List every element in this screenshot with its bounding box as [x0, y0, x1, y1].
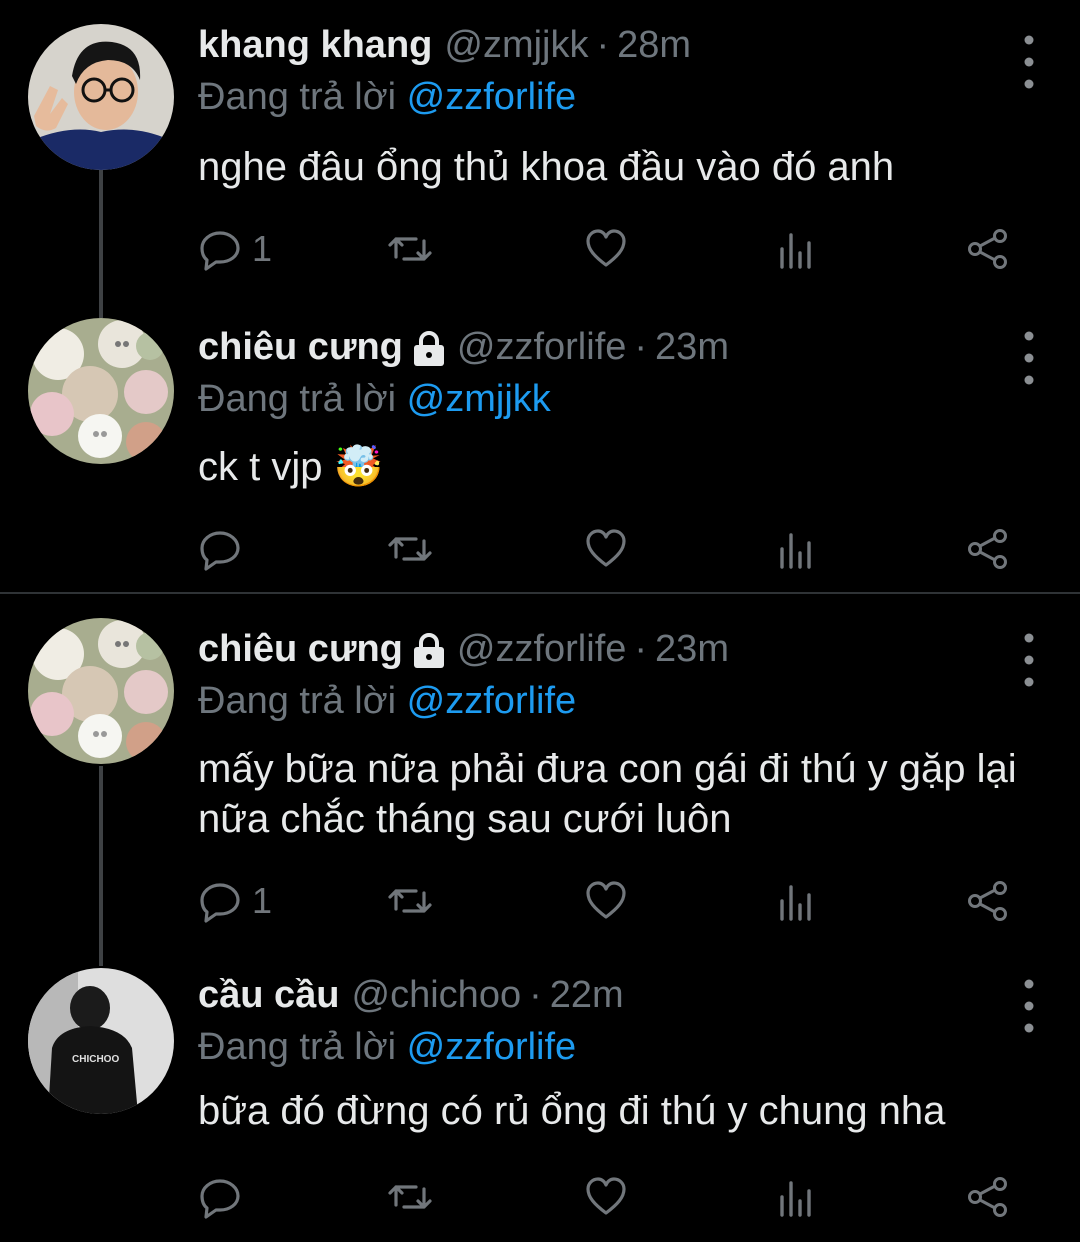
share-icon: [968, 881, 1007, 921]
lock-icon: [413, 632, 444, 668]
separator: ·: [634, 326, 648, 368]
replying-to: Đang trả lời @zzforlife: [198, 1026, 576, 1069]
like-icon: [586, 229, 626, 267]
avatar[interactable]: CHICHOO: [28, 968, 174, 1114]
tweet-text: bữa đó đừng có rủ ổng đi thú y chung nha: [198, 1089, 946, 1133]
views-icon: [780, 533, 811, 569]
like-button[interactable]: [584, 224, 628, 274]
reply-button[interactable]: [198, 1172, 252, 1222]
retweet-button[interactable]: [388, 224, 432, 274]
views-button[interactable]: [774, 1172, 818, 1222]
share-button[interactable]: [966, 1172, 1010, 1222]
retweet-icon: [388, 1185, 432, 1209]
tweet-header: cầu cầu @chichoo · 22m: [198, 974, 624, 1017]
reply-icon: [200, 231, 240, 271]
timestamp[interactable]: 28m: [617, 24, 691, 67]
replying-to-label: Đang trả lời: [198, 76, 397, 118]
views-button[interactable]: [774, 876, 818, 926]
views-button[interactable]: [774, 524, 818, 574]
mention-link[interactable]: @zzforlife: [407, 680, 577, 722]
tweet[interactable]: chiêu cưng @zzforlife · 23m Đang trả lời…: [0, 604, 1080, 944]
timestamp[interactable]: 23m: [655, 326, 729, 369]
reply-icon: [200, 1179, 240, 1219]
replying-to: Đang trả lời @zzforlife: [198, 76, 576, 119]
timestamp[interactable]: 22m: [550, 974, 624, 1017]
avatar[interactable]: [28, 618, 174, 764]
replying-to: Đang trả lời @zmjjkk: [198, 378, 551, 421]
tweet-header: chiêu cưng @zzforlife · 23m: [198, 326, 729, 369]
tweet-text: mấy bữa nữa phải đưa con gái đi thú y gặ…: [198, 747, 1017, 841]
like-button[interactable]: [584, 876, 628, 926]
action-bar: [198, 524, 1018, 574]
views-icon: [780, 233, 811, 269]
replying-to-label: Đang trả lời: [198, 680, 397, 722]
more-icon[interactable]: [1020, 30, 1038, 94]
tweet-text: ck t vjp 🤯: [198, 445, 384, 489]
retweet-button[interactable]: [388, 1172, 432, 1222]
more-icon[interactable]: [1020, 974, 1038, 1038]
user-handle[interactable]: @zzforlife: [457, 326, 627, 369]
reply-count: 1: [252, 880, 273, 921]
replying-to-label: Đang trả lời: [198, 1026, 397, 1068]
tweet[interactable]: khang khang @zmjjkk · 28m Đang trả lời @…: [0, 0, 1080, 300]
action-bar: [198, 1172, 1018, 1222]
more-icon[interactable]: [1020, 326, 1038, 390]
like-icon: [586, 1177, 626, 1215]
user-handle[interactable]: @zzforlife: [457, 628, 627, 671]
like-button[interactable]: [584, 1172, 628, 1222]
timestamp[interactable]: 23m: [655, 628, 729, 671]
user-handle[interactable]: @chichoo: [352, 974, 522, 1017]
views-button[interactable]: [774, 224, 818, 274]
mention-link[interactable]: @zmjjkk: [407, 378, 551, 420]
retweet-button[interactable]: [388, 524, 432, 574]
share-icon: [968, 229, 1007, 269]
separator: ·: [529, 974, 542, 1016]
like-icon: [586, 529, 626, 567]
share-button[interactable]: [966, 876, 1010, 926]
tweet-header: khang khang @zmjjkk · 28m: [198, 24, 691, 67]
share-icon: [968, 529, 1007, 569]
retweet-icon: [388, 889, 432, 913]
retweet-icon: [388, 237, 432, 261]
share-button[interactable]: [966, 224, 1010, 274]
tweet-header: chiêu cưng @zzforlife · 23m: [198, 628, 729, 671]
avatar-shirt-text: CHICHOO: [72, 1054, 119, 1065]
reply-button[interactable]: 1: [198, 224, 272, 274]
separator: ·: [634, 628, 648, 670]
action-bar: 1: [198, 224, 1018, 274]
display-name[interactable]: chiêu cưng: [198, 628, 403, 671]
like-icon: [586, 881, 626, 919]
display-name[interactable]: khang khang: [198, 24, 432, 67]
retweet-icon: [388, 537, 432, 561]
user-handle[interactable]: @zmjjkk: [444, 24, 588, 67]
divider: [0, 592, 1080, 594]
separator: ·: [596, 24, 610, 66]
replying-to-label: Đang trả lời: [198, 378, 397, 420]
share-icon: [968, 1177, 1007, 1217]
avatar[interactable]: [28, 24, 174, 170]
views-icon: [780, 1181, 811, 1217]
retweet-button[interactable]: [388, 876, 432, 926]
mention-link[interactable]: @zzforlife: [407, 76, 577, 118]
display-name[interactable]: chiêu cưng: [198, 326, 403, 369]
mention-link[interactable]: @zzforlife: [407, 1026, 577, 1068]
views-icon: [780, 885, 811, 921]
reply-icon: [200, 531, 240, 571]
reply-button[interactable]: 1: [198, 876, 272, 926]
reply-button[interactable]: [198, 524, 252, 574]
lock-icon: [413, 330, 444, 366]
tweet[interactable]: CHICHOO cầu cầu @chichoo · 22m Đang trả …: [0, 950, 1080, 1242]
share-button[interactable]: [966, 524, 1010, 574]
replying-to: Đang trả lời @zzforlife: [198, 680, 576, 723]
tweet[interactable]: chiêu cưng @zzforlife · 23m Đang trả lời…: [0, 302, 1080, 592]
reply-icon: [200, 883, 240, 923]
avatar[interactable]: [28, 318, 174, 464]
reply-count: 1: [252, 228, 273, 269]
tweet-text: nghe đâu ổng thủ khoa đầu vào đó anh: [198, 145, 895, 189]
display-name[interactable]: cầu cầu: [198, 974, 340, 1017]
action-bar: 1: [198, 876, 1018, 926]
like-button[interactable]: [584, 524, 628, 574]
more-icon[interactable]: [1020, 628, 1038, 692]
